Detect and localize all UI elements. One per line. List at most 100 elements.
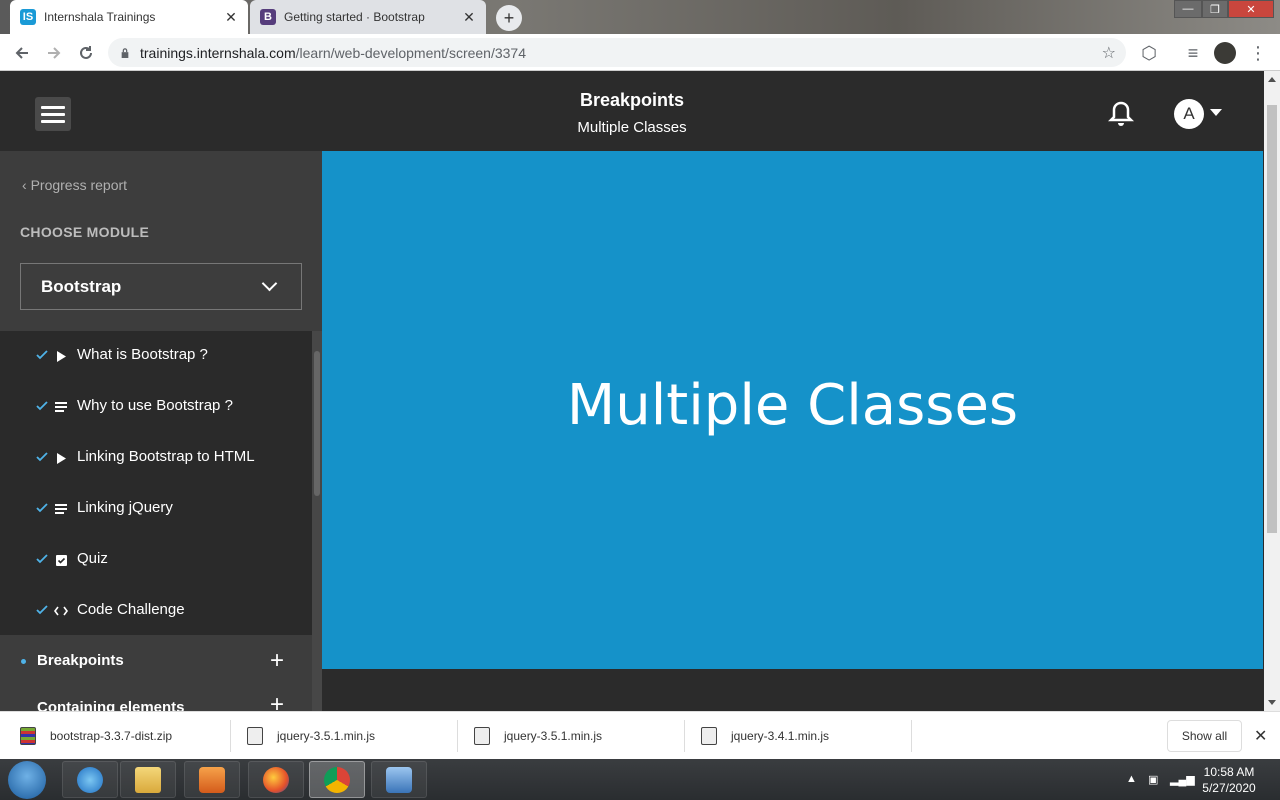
show-all-downloads-button[interactable]: Show all [1167, 720, 1242, 752]
lesson-label: Linking Bootstrap to HTML [77, 448, 255, 465]
taskbar-explorer[interactable] [120, 761, 176, 798]
scroll-up-arrow-icon[interactable] [1268, 77, 1276, 82]
reload-icon[interactable] [74, 41, 98, 65]
close-downloads-icon[interactable]: ✕ [1254, 726, 1267, 746]
notification-bell-icon[interactable] [1108, 100, 1134, 128]
expand-plus-icon[interactable]: + [270, 691, 284, 711]
url-host: trainings.internshala.com [140, 44, 296, 61]
page-scrollbar-thumb[interactable] [1267, 105, 1277, 533]
start-button[interactable] [8, 761, 46, 799]
browser-menu-icon[interactable]: ⋮ [1246, 41, 1270, 65]
download-filename: jquery-3.5.1.min.js [504, 729, 603, 743]
module-select[interactable]: Bootstrap [20, 263, 302, 310]
browser-toolbar: trainings.internshala.com/learn/web-deve… [0, 34, 1280, 71]
sidebar-scrollbar-thumb[interactable] [314, 351, 320, 496]
taskbar-media-player[interactable] [184, 761, 240, 798]
checkmark-icon [36, 554, 48, 564]
bootstrap-favicon-icon: B [260, 9, 276, 25]
downloads-bar: bootstrap-3.3.7-dist.zip jquery-3.5.1.mi… [0, 711, 1280, 759]
back-arrow-icon[interactable] [10, 41, 34, 65]
page-scrollbar[interactable] [1264, 71, 1280, 711]
download-item[interactable]: jquery-3.5.1.min.js [474, 712, 602, 760]
taskbar-ie[interactable] [62, 761, 118, 798]
restore-button[interactable]: ❐ [1202, 0, 1228, 18]
video-icon [54, 349, 68, 363]
bookmark-star-icon[interactable]: ☆ [1102, 43, 1116, 63]
download-item[interactable]: jquery-3.5.1.min.js [247, 712, 375, 760]
download-filename: jquery-3.4.1.min.js [731, 729, 830, 743]
lesson-label: Code Challenge [77, 601, 185, 618]
taskbar-firefox[interactable] [248, 761, 304, 798]
slide-panel: Multiple Classes [322, 151, 1263, 669]
lesson-label: Quiz [77, 550, 108, 567]
download-item[interactable]: bootstrap-3.3.7-dist.zip [20, 712, 172, 760]
page-subtitle: Multiple Classes [577, 119, 687, 136]
section-next[interactable]: Containing elements [37, 699, 185, 711]
lesson-item[interactable]: What is Bootstrap ? [0, 331, 312, 382]
user-avatar[interactable]: A [1174, 99, 1204, 129]
folder-icon [135, 766, 161, 793]
chevron-left-icon: ‹ [22, 177, 31, 193]
lesson-item[interactable]: Code Challenge [0, 586, 312, 637]
extension-icon[interactable]: ⬡ [1137, 41, 1161, 65]
download-filename: jquery-3.5.1.min.js [277, 729, 376, 743]
windows-taskbar: ▲ ▣ ▂▄▆ 10:58 AM 5/27/2020 [0, 759, 1280, 800]
sidebar-scrollbar[interactable] [312, 331, 322, 711]
text-icon [54, 502, 68, 516]
lesson-label: What is Bootstrap ? [77, 346, 208, 363]
divider [684, 720, 685, 752]
address-bar[interactable]: trainings.internshala.com/learn/web-deve… [108, 38, 1126, 67]
tab-title: Getting started · Bootstrap [284, 10, 425, 24]
signal-icon[interactable]: ▂▄▆ [1170, 773, 1195, 786]
course-sidebar: ‹ Progress report CHOOSE MODULE Bootstra… [0, 151, 322, 711]
tab-bootstrap[interactable]: B Getting started · Bootstrap ✕ [250, 0, 486, 34]
scroll-down-arrow-icon[interactable] [1268, 700, 1276, 705]
close-tab-icon[interactable]: ✕ [460, 9, 478, 26]
lesson-item[interactable]: Linking Bootstrap to HTML [0, 433, 312, 484]
tray-expand-icon[interactable]: ▲ [1126, 773, 1137, 785]
clock-date: 5/27/2020 [1202, 781, 1256, 795]
media-control-icon[interactable]: ≡ [1181, 41, 1205, 65]
network-icon[interactable]: ▣ [1148, 773, 1158, 786]
internet-explorer-icon [77, 766, 103, 793]
download-item[interactable]: jquery-3.4.1.min.js [701, 712, 829, 760]
lock-icon [121, 47, 129, 58]
current-section-dot-icon [21, 659, 26, 664]
lesson-list: What is Bootstrap ? Why to use Bootstrap… [0, 331, 312, 635]
download-filename: bootstrap-3.3.7-dist.zip [50, 729, 173, 743]
code-icon [54, 604, 68, 618]
internshala-favicon-icon: IS [20, 9, 36, 25]
url-path: /learn/web-development/screen/3374 [295, 44, 527, 61]
slide-title: Multiple Classes [566, 373, 1019, 438]
lesson-item[interactable]: Why to use Bootstrap ? [0, 382, 312, 433]
profile-avatar-icon[interactable] [1213, 41, 1237, 65]
tab-title: Internshala Trainings [44, 10, 156, 24]
chevron-down-icon[interactable] [1210, 109, 1222, 116]
media-player-icon [199, 766, 225, 793]
checkmark-icon [36, 503, 48, 513]
chevron-down-icon [261, 275, 278, 292]
taskbar-virtualbox[interactable] [371, 761, 427, 798]
main-content: Multiple Classes [322, 151, 1264, 711]
progress-report-link[interactable]: ‹ Progress report [22, 177, 127, 193]
expand-plus-icon[interactable]: + [270, 647, 284, 675]
lesson-item[interactable]: Quiz [0, 535, 312, 586]
clock-time: 10:58 AM [1203, 765, 1255, 779]
close-tab-icon[interactable]: ✕ [222, 9, 240, 26]
text-icon [54, 400, 68, 414]
video-icon [54, 451, 68, 465]
progress-report-label: Progress report [30, 177, 128, 193]
chrome-icon [324, 766, 350, 793]
lesson-item[interactable]: Linking jQuery [0, 484, 312, 535]
forward-arrow-icon[interactable] [42, 41, 66, 65]
new-tab-button[interactable]: + [496, 5, 522, 31]
minimize-button[interactable]: — [1174, 0, 1202, 18]
taskbar-chrome[interactable] [309, 761, 365, 798]
section-breakpoints[interactable]: Breakpoints + [0, 635, 312, 689]
virtualbox-icon [386, 766, 412, 793]
quiz-icon [54, 553, 68, 567]
tab-internshala[interactable]: IS Internshala Trainings ✕ [10, 0, 248, 34]
system-clock[interactable]: 10:58 AM 5/27/2020 [1196, 764, 1262, 796]
checkmark-icon [36, 401, 48, 411]
close-window-button[interactable]: ✕ [1228, 0, 1274, 18]
